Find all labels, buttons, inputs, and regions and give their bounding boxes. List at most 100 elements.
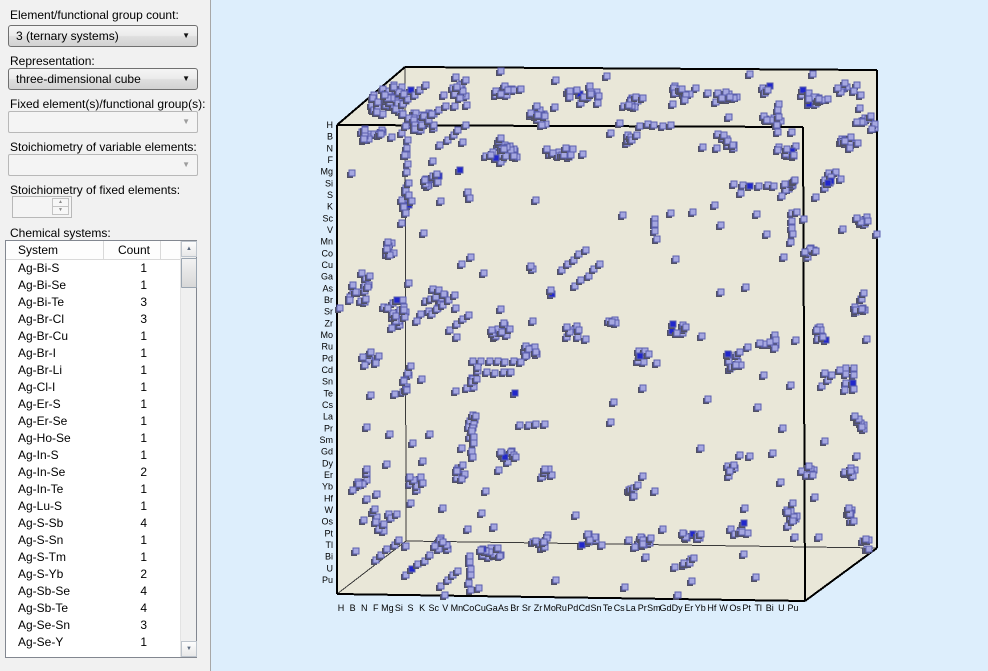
y-axis-label: Sr [324,307,333,317]
system-cell: Ag-In-Te [6,481,104,498]
table-row[interactable]: Ag-Bi-Te3 [6,294,180,311]
table-row[interactable]: Ag-Sb-Te4 [6,600,180,617]
table-row[interactable]: Ag-Er-S1 [6,396,180,413]
x-axis-label: Mg [381,603,394,613]
y-axis-label: Bi [325,552,333,562]
stoich-variable-combobox: ▼ [8,154,198,176]
system-cell: Ag-Bi-S [6,260,104,277]
x-axis-label: Hf [707,603,716,613]
representation-combobox-value: three-dimensional cube [16,72,141,86]
y-axis-label: Zr [325,318,334,328]
x-axis-label: V [442,603,448,613]
table-row[interactable]: Ag-S-Tm1 [6,549,180,566]
system-cell: Ag-Br-I [6,345,104,362]
scroll-down-icon[interactable]: ▼ [181,641,197,657]
y-axis-label: Mn [320,237,333,247]
stoich-variable-label: Stoichiometry of variable elements: [10,140,197,154]
table-row[interactable]: Ag-Bi-Se1 [6,277,180,294]
y-axis-label: B [327,132,333,142]
x-axis-label: Er [684,603,693,613]
x-axis-label: Yb [695,603,706,613]
fixed-elements-label: Fixed element(s)/functional group(s): [10,97,205,111]
x-axis-label: Zr [534,603,543,613]
count-cell: 1 [104,532,161,549]
representation-label: Representation: [10,54,95,68]
scroll-up-icon[interactable]: ▲ [181,241,197,257]
x-axis-label: Sn [590,603,601,613]
count-combobox[interactable]: 3 (ternary systems) ▼ [8,25,198,47]
y-axis-label: Te [323,388,333,398]
table-row[interactable]: Ag-Se-Y1 [6,634,180,651]
table-row[interactable]: Ag-Ho-Se1 [6,430,180,447]
system-cell: Ag-In-Se [6,464,104,481]
table-row[interactable]: Ag-Cl-I1 [6,379,180,396]
x-axis-label: La [626,603,636,613]
scroll-thumb[interactable] [181,258,197,288]
system-cell: Ag-Br-Cl [6,311,104,328]
y-axis-label: As [322,283,333,293]
system-cell: Ag-In-S [6,447,104,464]
column-header-count[interactable]: Count [104,241,161,259]
x-axis-label: Mo [543,603,556,613]
x-axis-label: Pu [787,603,798,613]
table-row[interactable]: Ag-S-Sb4 [6,515,180,532]
count-cell: 1 [104,362,161,379]
table-row[interactable]: Ag-S-Sn1 [6,532,180,549]
representation-combobox[interactable]: three-dimensional cube ▼ [8,68,198,90]
systems-table-body: Ag-Bi-S1Ag-Bi-Se1Ag-Bi-Te3Ag-Br-Cl3Ag-Br… [6,260,180,657]
count-cell: 2 [104,566,161,583]
x-axis-label: Te [603,603,613,613]
x-axis-label: H [338,603,345,613]
x-axis-label: F [373,603,379,613]
table-row[interactable]: Ag-Br-Cl3 [6,311,180,328]
y-axis-label: Br [324,295,333,305]
count-cell: 1 [104,396,161,413]
x-axis-label: Ru [555,603,567,613]
count-cell: 4 [104,600,161,617]
x-axis-label: N [361,603,368,613]
table-row[interactable]: Ag-S-Yb2 [6,566,180,583]
system-cell: Ag-Bi-Se [6,277,104,294]
system-cell: Ag-S-Sb [6,515,104,532]
table-row[interactable]: Ag-In-Te1 [6,481,180,498]
x-axis-label: S [407,603,413,613]
y-axis-label: Ga [321,272,333,282]
system-cell: Ag-Sb-Se [6,583,104,600]
table-row[interactable]: Ag-Er-Se1 [6,413,180,430]
y-axis-label: Sn [322,377,333,387]
y-axis-label: K [327,202,333,212]
table-row[interactable]: Ag-Sb-Se4 [6,583,180,600]
table-scrollbar[interactable]: ▲ ▼ [180,241,196,657]
x-axis-label: W [719,603,728,613]
app-window: { "sidebar": { "count_label": "Element/f… [0,0,988,671]
count-cell: 2 [104,464,161,481]
count-cell: 3 [104,617,161,634]
x-axis-label: Cd [579,603,591,613]
x-axis-label: Co [463,603,475,613]
count-cell: 1 [104,277,161,294]
table-row[interactable]: Ag-Br-Cu1 [6,328,180,345]
y-axis-label: Hf [324,493,333,503]
y-axis-label: Mo [320,330,333,340]
y-axis-label: W [325,505,334,515]
table-row[interactable]: Ag-Br-Li1 [6,362,180,379]
y-axis-label: Pd [322,353,333,363]
table-row[interactable]: Ag-Se-Sn3 [6,617,180,634]
y-axis-label: Si [325,178,333,188]
stoich-fixed-spinner: ▲ ▼ [12,196,72,218]
cube-plot[interactable]: HBNFMgSiSKScVMnCoCuGaAsBrSrZrMoRuPdCdSnT… [211,0,988,671]
table-row[interactable]: Ag-Lu-S1 [6,498,180,515]
table-row[interactable]: Ag-Bi-S1 [6,260,180,277]
table-row[interactable]: Ag-In-S1 [6,447,180,464]
count-cell: 1 [104,345,161,362]
table-row[interactable]: Ag-In-Se2 [6,464,180,481]
chevron-down-icon: ▼ [182,69,190,89]
count-cell: 3 [104,311,161,328]
column-header-system[interactable]: System [6,241,104,259]
y-axis-label: Tl [326,540,334,550]
y-axis-label: Sc [322,213,333,223]
table-row[interactable]: Ag-Br-I1 [6,345,180,362]
x-axis-label: K [419,603,425,613]
x-axis-label: Pt [742,603,751,613]
x-axis-label: Ga [486,603,498,613]
